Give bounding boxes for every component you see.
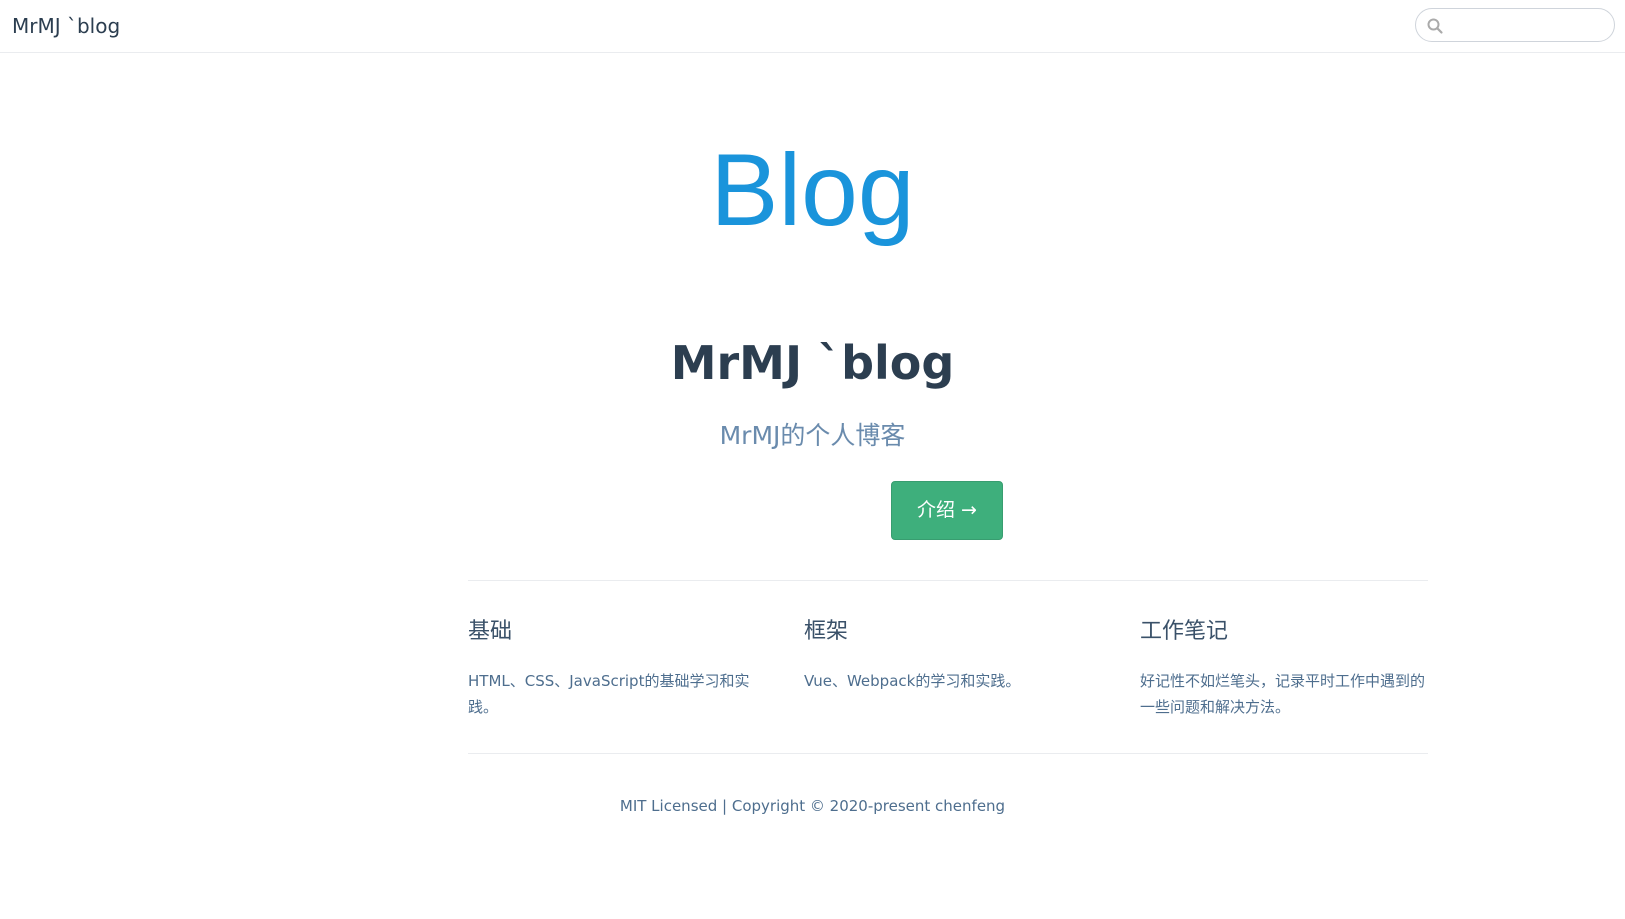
feature-details: 好记性不如烂笔头，记录平时工作中遇到的一些问题和解决方法。 <box>1140 672 1426 716</box>
search-input[interactable] <box>1446 13 1606 37</box>
features-top-divider <box>468 580 1428 581</box>
hero-description: MrMJ的个人博客 <box>719 421 906 450</box>
footer-divider <box>468 753 1428 754</box>
navbar: MrMJ `blog <box>0 0 1625 53</box>
hero-title: MrMJ `blog <box>670 336 955 390</box>
search-icon <box>1427 18 1443 34</box>
hero-image: Blog <box>710 133 915 247</box>
feature-title: 框架 <box>804 619 849 644</box>
search-box[interactable] <box>1415 8 1615 42</box>
feature-title: 基础 <box>468 619 513 644</box>
feature-details: HTML、CSS、JavaScript的基础学习和实践。 <box>468 672 750 716</box>
feature-work-notes: 工作笔记 好记性不如烂笔头，记录平时工作中遇到的一些问题和解决方法。 <box>1140 614 1430 720</box>
intro-action-button[interactable]: 介绍 → <box>891 481 1003 540</box>
feature-basics: 基础 HTML、CSS、JavaScript的基础学习和实践。 <box>468 614 758 720</box>
feature-frameworks: 框架 Vue、Webpack的学习和实践。 <box>804 614 1094 694</box>
feature-details: Vue、Webpack的学习和实践。 <box>804 672 1021 690</box>
feature-title: 工作笔记 <box>1140 619 1229 644</box>
footer-text: MIT Licensed | Copyright © 2020-present … <box>619 797 1006 815</box>
site-name-link[interactable]: MrMJ `blog <box>12 12 120 40</box>
